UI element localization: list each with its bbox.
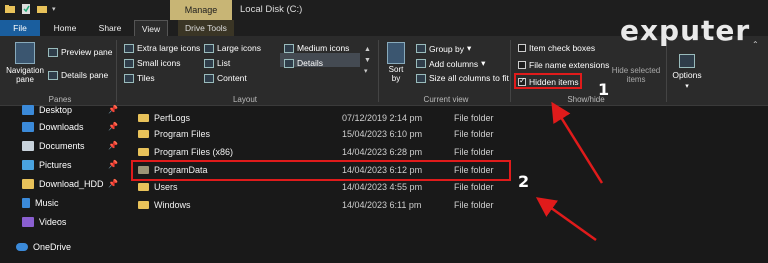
- file-name-extensions-toggle[interactable]: File name extensions: [518, 60, 609, 70]
- nav-item-onedrive[interactable]: OneDrive: [16, 242, 71, 252]
- pin-icon: 📌: [108, 105, 118, 114]
- folder-icon: [138, 114, 149, 122]
- hidden-items-highlight: [514, 73, 582, 89]
- manage-context-tab[interactable]: Manage: [170, 0, 232, 20]
- large-icons-icon: [204, 43, 214, 53]
- details-option[interactable]: Details: [284, 58, 323, 68]
- small-icons-option[interactable]: Small icons: [124, 58, 180, 68]
- large-icons-option[interactable]: Large icons: [204, 43, 261, 53]
- file-name-extensions-checkbox[interactable]: [518, 61, 526, 69]
- properties-icon[interactable]: [20, 3, 32, 15]
- hide-selected-items-button[interactable]: Hide selected items: [610, 66, 662, 84]
- current-view-group-label: Current view: [423, 95, 469, 104]
- pin-icon: 📌: [108, 141, 118, 150]
- step-1-label: 1: [598, 80, 610, 99]
- window-title: Local Disk (C:): [240, 4, 303, 15]
- nav-item-desktop[interactable]: Desktop: [22, 105, 72, 115]
- details-icon: [284, 58, 294, 68]
- size-columns-icon: [416, 73, 426, 83]
- list-icon: [204, 58, 214, 68]
- file-row[interactable]: Windows 14/04/2023 6:11 pm File folder: [138, 197, 518, 215]
- chevron-down-icon: ▾: [685, 83, 689, 90]
- cloud-icon: [16, 243, 28, 251]
- ribbon-collapse-icon[interactable]: ⌃: [752, 40, 759, 49]
- nav-item-documents[interactable]: Documents: [22, 141, 85, 151]
- nav-item-music[interactable]: Music: [22, 198, 59, 208]
- group-by-icon: [416, 44, 426, 53]
- group-by-button[interactable]: Group by ▾: [416, 43, 471, 54]
- tab-share[interactable]: Share: [90, 20, 130, 36]
- preview-pane-icon: [48, 47, 58, 57]
- preview-pane-button[interactable]: Preview pane: [48, 47, 113, 57]
- add-columns-icon: [416, 59, 426, 68]
- tab-view[interactable]: View: [134, 20, 168, 36]
- chevron-down-icon: ▾: [466, 43, 472, 53]
- options-button[interactable]: Options ▾: [672, 54, 702, 90]
- file-row[interactable]: Users 14/04/2023 4:55 pm File folder: [138, 179, 518, 197]
- navigation-pane-button[interactable]: Navigation pane: [4, 42, 46, 84]
- qat-dropdown-icon[interactable]: ▾: [52, 5, 56, 13]
- new-folder-icon[interactable]: [36, 3, 48, 15]
- size-all-columns-button[interactable]: Size all columns to fit: [416, 73, 509, 83]
- folder-icon: [138, 148, 149, 156]
- extra-large-icons-option[interactable]: Extra large icons: [124, 43, 200, 53]
- panes-group-label: Panes: [48, 95, 72, 104]
- nav-item-downloads[interactable]: Downloads: [22, 122, 84, 132]
- ribbon-separator: [510, 40, 511, 102]
- sort-by-icon: [387, 42, 405, 64]
- list-option[interactable]: List: [204, 58, 230, 68]
- exputer-logo: exputer: [620, 14, 751, 47]
- details-pane-icon: [48, 70, 58, 80]
- ribbon-separator: [378, 40, 379, 102]
- videos-icon: [22, 217, 34, 227]
- folder-icon: [138, 183, 149, 191]
- music-icon: [22, 198, 30, 208]
- quick-access-toolbar: ▾: [4, 3, 56, 15]
- small-icons-icon: [124, 58, 134, 68]
- tiles-icon: [124, 73, 134, 83]
- item-check-boxes-toggle[interactable]: Item check boxes: [518, 43, 595, 53]
- tab-file[interactable]: File: [0, 20, 40, 36]
- tab-drive-tools[interactable]: Drive Tools: [178, 20, 234, 36]
- folder-icon: [22, 179, 34, 189]
- item-check-boxes-checkbox[interactable]: [518, 44, 526, 52]
- details-pane-button[interactable]: Details pane: [48, 70, 108, 80]
- folder-icon: [138, 130, 149, 138]
- layout-scroll-arrows[interactable]: ▲ ▼ ▾: [364, 44, 371, 77]
- nav-item-pictures[interactable]: Pictures: [22, 160, 72, 170]
- extra-large-icons-icon: [124, 43, 134, 53]
- desktop-icon: [22, 105, 34, 115]
- pictures-icon: [22, 160, 34, 170]
- layout-group-label: Layout: [232, 95, 258, 104]
- medium-icons-icon: [284, 43, 294, 53]
- tiles-option[interactable]: Tiles: [124, 73, 155, 83]
- pin-icon: 📌: [108, 160, 118, 169]
- pin-icon: 📌: [108, 122, 118, 131]
- ribbon-separator: [666, 40, 667, 102]
- folder-icon: [138, 201, 149, 209]
- tab-home[interactable]: Home: [44, 20, 86, 36]
- sort-by-button[interactable]: Sort by: [384, 42, 408, 83]
- download-icon: [22, 122, 34, 132]
- chevron-down-icon: ▾: [481, 58, 486, 68]
- programdata-highlight: [131, 160, 511, 181]
- nav-item-videos[interactable]: Videos: [22, 217, 66, 227]
- step-2-label: 2: [518, 172, 530, 191]
- folder-icon[interactable]: [4, 3, 16, 15]
- content-icon: [204, 73, 214, 83]
- options-icon: [679, 54, 695, 68]
- navigation-pane: Desktop 📌 Downloads 📌 Documents 📌 Pictur…: [0, 105, 126, 263]
- documents-icon: [22, 141, 34, 151]
- content-option[interactable]: Content: [204, 73, 247, 83]
- navigation-pane-icon: [15, 42, 35, 64]
- file-row[interactable]: Program Files 15/04/2023 6:10 pm File fold…: [138, 126, 518, 144]
- nav-item-download-hdd[interactable]: Download_HDD: [22, 179, 104, 189]
- medium-icons-option[interactable]: Medium icons: [284, 43, 349, 53]
- pin-icon: 📌: [108, 179, 118, 188]
- ribbon-separator: [116, 40, 117, 102]
- add-columns-button[interactable]: Add columns ▾: [416, 58, 485, 69]
